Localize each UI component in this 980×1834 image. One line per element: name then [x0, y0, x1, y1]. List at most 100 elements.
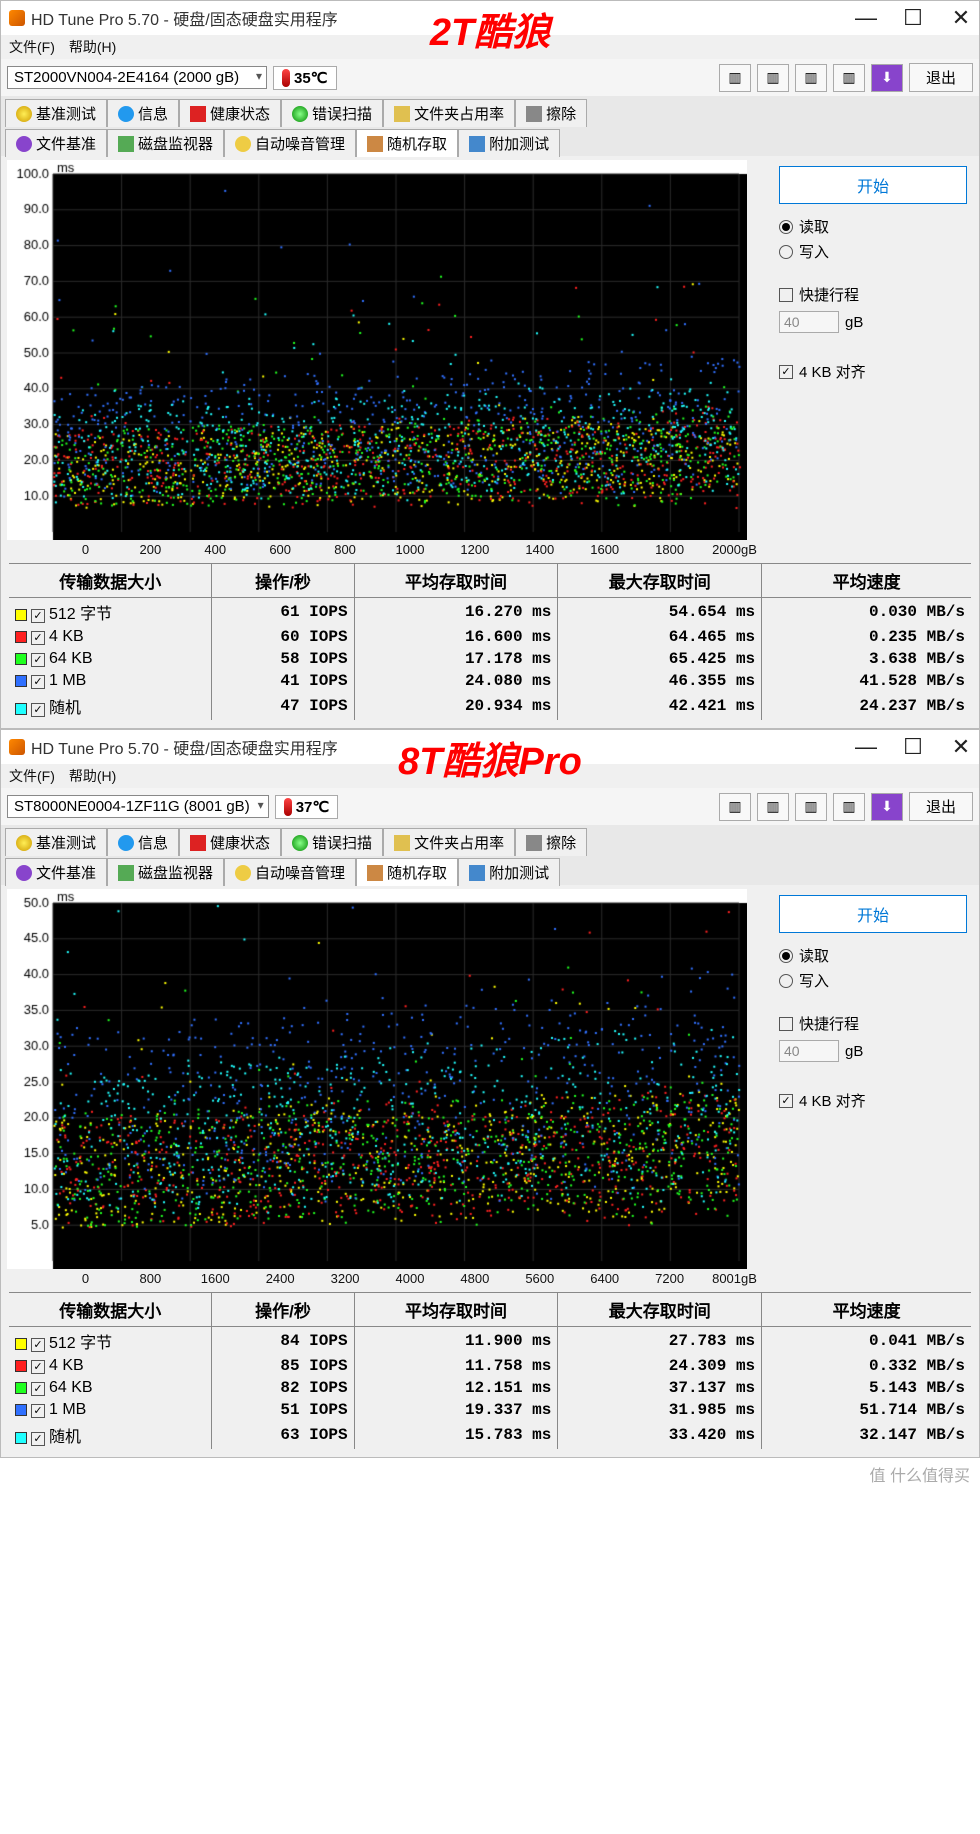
download-icon[interactable]: ⬇: [871, 793, 903, 821]
tab-sound[interactable]: 自动噪音管理: [224, 129, 356, 157]
quick-value-input[interactable]: [779, 311, 839, 333]
camera-icon[interactable]: ▥: [795, 793, 827, 821]
color-swatch-icon: [15, 1432, 27, 1444]
tab-bulb[interactable]: 基准测试: [5, 99, 107, 127]
radio-read[interactable]: 读取: [779, 216, 967, 237]
table-row: 4 KB85 IOPS11.758 ms24.309 ms0.332 MB/s: [9, 1355, 971, 1377]
menu-file[interactable]: 文件(F): [9, 768, 55, 784]
maximize-button[interactable]: ☐: [903, 5, 923, 31]
table-row: 512 字节84 IOPS11.900 ms27.783 ms0.041 MB/…: [9, 1327, 971, 1356]
tab-label: 擦除: [546, 103, 576, 124]
checkbox-4kb-align[interactable]: 4 KB 对齐: [779, 1090, 967, 1111]
cell-iops: 60 IOPS: [212, 626, 354, 648]
row-checkbox[interactable]: [31, 1404, 45, 1418]
quick-value-spinner: gB: [779, 311, 967, 333]
tab-erase[interactable]: 擦除: [515, 828, 587, 856]
health-icon: [190, 106, 206, 122]
tab-purple[interactable]: 文件基准: [5, 858, 107, 886]
row-label: 随机: [49, 1429, 81, 1446]
tab-label: 附加测试: [489, 862, 549, 883]
exit-button[interactable]: 退出: [909, 792, 973, 821]
quick-value-input[interactable]: [779, 1040, 839, 1062]
table-header: 平均存取时间: [354, 564, 558, 598]
tab-sound[interactable]: 自动噪音管理: [224, 858, 356, 886]
tab-label: 健康状态: [210, 103, 270, 124]
row-label: 4 KB: [49, 628, 84, 645]
download-icon[interactable]: ⬇: [871, 64, 903, 92]
tab-label: 错误扫描: [312, 103, 372, 124]
tab-purple[interactable]: 文件基准: [5, 129, 107, 157]
tab-health[interactable]: 健康状态: [179, 99, 281, 127]
tab-monitor[interactable]: 磁盘监视器: [107, 858, 224, 886]
cell-avg: 19.337 ms: [354, 1399, 558, 1421]
camera-icon[interactable]: ▥: [795, 64, 827, 92]
drive-select[interactable]: ST2000VN004-2E4164 (2000 gB): [7, 66, 267, 89]
checkbox-quick[interactable]: 快捷行程: [779, 284, 967, 305]
tab-erase[interactable]: 擦除: [515, 99, 587, 127]
temperature-display: 35℃: [273, 66, 337, 90]
copy2-icon[interactable]: ▥: [757, 793, 789, 821]
cell-max: 24.309 ms: [558, 1355, 762, 1377]
tab-folder[interactable]: 文件夹占用率: [383, 828, 515, 856]
radio-label: 读取: [799, 945, 829, 966]
row-checkbox[interactable]: [31, 675, 45, 689]
tab-extra[interactable]: 附加测试: [458, 129, 560, 157]
close-button[interactable]: ✕: [951, 5, 971, 31]
row-checkbox[interactable]: [31, 1338, 45, 1352]
row-checkbox[interactable]: [31, 653, 45, 667]
x-tick: 1600: [183, 1271, 248, 1286]
radio-write[interactable]: 写入: [779, 241, 967, 262]
start-button[interactable]: 开始: [779, 895, 967, 933]
minimize-button[interactable]: —: [855, 5, 875, 31]
options-icon[interactable]: ▥: [833, 793, 865, 821]
row-checkbox[interactable]: [31, 703, 45, 717]
minimize-button[interactable]: —: [855, 734, 875, 760]
exit-button[interactable]: 退出: [909, 63, 973, 92]
tab-info[interactable]: 信息: [107, 828, 179, 856]
row-checkbox[interactable]: [31, 609, 45, 623]
row-label: 随机: [49, 700, 81, 717]
menu-file[interactable]: 文件(F): [9, 39, 55, 55]
row-label-cell: 512 字节: [9, 1327, 212, 1356]
tab-folder[interactable]: 文件夹占用率: [383, 99, 515, 127]
tab-monitor[interactable]: 磁盘监视器: [107, 129, 224, 157]
tab-random[interactable]: 随机存取: [356, 129, 458, 157]
cell-speed: 24.237 MB/s: [762, 692, 971, 720]
tab-scan[interactable]: 错误扫描: [281, 828, 383, 856]
tab-random[interactable]: 随机存取: [356, 858, 458, 886]
maximize-button[interactable]: ☐: [903, 734, 923, 760]
tab-health[interactable]: 健康状态: [179, 828, 281, 856]
cell-max: 46.355 ms: [558, 670, 762, 692]
menu-help[interactable]: 帮助(H): [69, 39, 116, 55]
copy2-icon[interactable]: ▥: [757, 64, 789, 92]
cell-avg: 11.900 ms: [354, 1327, 558, 1356]
app-window: 2T酷狼HD Tune Pro 5.70 - 硬盘/固态硬盘实用程序—☐✕文件(…: [0, 0, 980, 729]
drive-select[interactable]: ST8000NE0004-1ZF11G (8001 gB): [7, 795, 269, 818]
checkbox-4kb-align[interactable]: 4 KB 对齐: [779, 361, 967, 382]
tab-info[interactable]: 信息: [107, 99, 179, 127]
table-row: 1 MB41 IOPS24.080 ms46.355 ms41.528 MB/s: [9, 670, 971, 692]
menu-help[interactable]: 帮助(H): [69, 768, 116, 784]
x-tick: 1400: [507, 542, 572, 557]
sound-icon: [235, 136, 251, 152]
titlebar: HD Tune Pro 5.70 - 硬盘/固态硬盘实用程序—☐✕: [1, 730, 979, 764]
start-button[interactable]: 开始: [779, 166, 967, 204]
tab-extra[interactable]: 附加测试: [458, 858, 560, 886]
tab-scan[interactable]: 错误扫描: [281, 99, 383, 127]
options-icon[interactable]: ▥: [833, 64, 865, 92]
radio-write[interactable]: 写入: [779, 970, 967, 991]
copy-icon[interactable]: ▥: [719, 793, 751, 821]
results-area: 传输数据大小操作/秒平均存取时间最大存取时间平均速度512 字节61 IOPS1…: [1, 563, 979, 728]
window-controls: — ☐ ✕: [855, 5, 971, 31]
copy-icon[interactable]: ▥: [719, 64, 751, 92]
tab-bulb[interactable]: 基准测试: [5, 828, 107, 856]
row-checkbox[interactable]: [31, 1360, 45, 1374]
row-checkbox[interactable]: [31, 1432, 45, 1446]
checkbox-quick[interactable]: 快捷行程: [779, 1013, 967, 1034]
close-button[interactable]: ✕: [951, 734, 971, 760]
row-checkbox[interactable]: [31, 631, 45, 645]
row-checkbox[interactable]: [31, 1382, 45, 1396]
x-tick: 4800: [442, 1271, 507, 1286]
tab-label: 信息: [138, 832, 168, 853]
radio-read[interactable]: 读取: [779, 945, 967, 966]
